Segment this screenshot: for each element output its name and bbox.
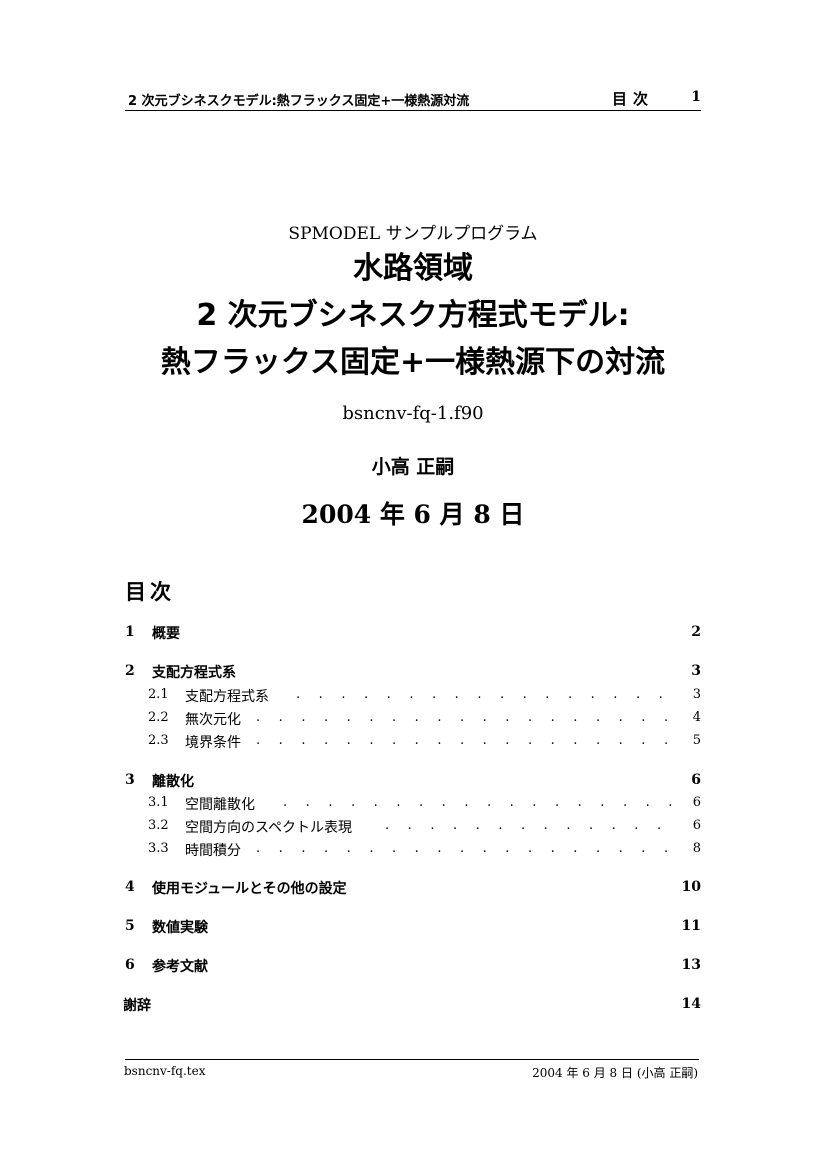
toc-dot-leader: . . . . . . . . . . . . . . . . . . . . … — [256, 710, 674, 725]
toc-section-page: 13 — [681, 957, 701, 973]
toc-dot-leader: . . . . . . . . . . . . . . . . . . . . … — [296, 687, 674, 702]
toc-section-title[interactable]: 使用モジュールとその他の設定 — [152, 878, 347, 898]
toc-subsection-page: 5 — [692, 733, 701, 748]
footer-filename: bsncnv-fq.tex — [124, 1064, 206, 1078]
header-rule — [125, 110, 701, 111]
document-title-line-1: 水路領域 — [353, 251, 473, 286]
toc-subsection-number: 3.3 — [148, 841, 169, 856]
author-name: 小高 正嗣 — [371, 456, 455, 478]
toc-subsection-title[interactable]: 空間方向のスペクトル表現 — [185, 817, 352, 837]
toc-section-page: 10 — [681, 879, 701, 895]
toc-section-page: 2 — [691, 624, 701, 640]
toc-subsection-number: 2.1 — [148, 687, 169, 702]
toc-dot-leader: . . . . . . . . . . . . . . . . . . . . … — [256, 733, 674, 748]
toc-section-number: 1 — [125, 624, 135, 640]
toc-section-number: 5 — [125, 918, 135, 934]
toc-section-page: 3 — [691, 663, 701, 679]
toc-subsection-title[interactable]: 支配方程式系 — [185, 686, 269, 706]
toc-dot-leader: . . . . . . . . . . . . . . . . . . . . … — [385, 818, 674, 833]
toc-section-page: 6 — [691, 772, 701, 788]
document-date: 2004 年 6 月 8 日 — [301, 500, 525, 529]
running-header-title: 2 次元ブシネスクモデル:熱フラックス固定+一様熱源対流 — [128, 94, 470, 109]
toc-subsection-number: 2.3 — [148, 733, 169, 748]
toc-section-title[interactable]: 数値実験 — [152, 917, 208, 937]
toc-acknowledgement-page: 14 — [681, 996, 701, 1012]
series-title: SPMODEL サンプルプログラム — [288, 224, 538, 244]
toc-section-title[interactable]: 参考文献 — [152, 956, 208, 976]
running-header-page-number: 1 — [691, 89, 701, 105]
toc-section-number: 3 — [125, 772, 135, 788]
document-title-line-3: 熱フラックス固定+一様熱源下の対流 — [160, 345, 666, 380]
toc-subsection-page: 8 — [692, 841, 701, 856]
toc-subsection-title[interactable]: 無次元化 — [185, 709, 241, 729]
toc-subsection-page: 6 — [692, 795, 701, 810]
toc-section-title[interactable]: 離散化 — [152, 771, 194, 791]
running-header-section: 目次 — [612, 90, 655, 108]
toc-section-number: 4 — [125, 879, 135, 895]
toc-subsection-number: 2.2 — [148, 710, 169, 725]
toc-subsection-title[interactable]: 空間離散化 — [185, 794, 255, 814]
toc-section-title[interactable]: 概要 — [152, 623, 180, 643]
footer-date-author: 2004 年 6 月 8 日 (小高 正嗣) — [532, 1066, 698, 1080]
toc-section-number: 6 — [125, 957, 135, 973]
toc-section-number: 2 — [125, 663, 135, 679]
source-filename: bsncnv-fq-1.f90 — [342, 403, 484, 424]
footer-rule — [125, 1059, 699, 1060]
toc-acknowledgement-title[interactable]: 謝辞 — [123, 995, 151, 1015]
toc-dot-leader: . . . . . . . . . . . . . . . . . . . . … — [283, 795, 674, 810]
toc-subsection-title[interactable]: 時間積分 — [185, 840, 241, 860]
toc-subsection-title[interactable]: 境界条件 — [185, 732, 241, 752]
toc-section-title[interactable]: 支配方程式系 — [152, 662, 236, 682]
toc-section-page: 11 — [681, 918, 701, 934]
toc-heading: 目次 — [125, 580, 175, 604]
document-title-line-2: 2 次元ブシネスク方程式モデル: — [196, 298, 630, 333]
toc-dot-leader: . . . . . . . . . . . . . . . . . . . . … — [256, 841, 674, 856]
toc-subsection-page: 4 — [692, 710, 701, 725]
toc-subsection-number: 3.1 — [148, 795, 169, 810]
toc-subsection-number: 3.2 — [148, 818, 169, 833]
toc-subsection-page: 6 — [692, 818, 701, 833]
toc-subsection-page: 3 — [692, 687, 701, 702]
